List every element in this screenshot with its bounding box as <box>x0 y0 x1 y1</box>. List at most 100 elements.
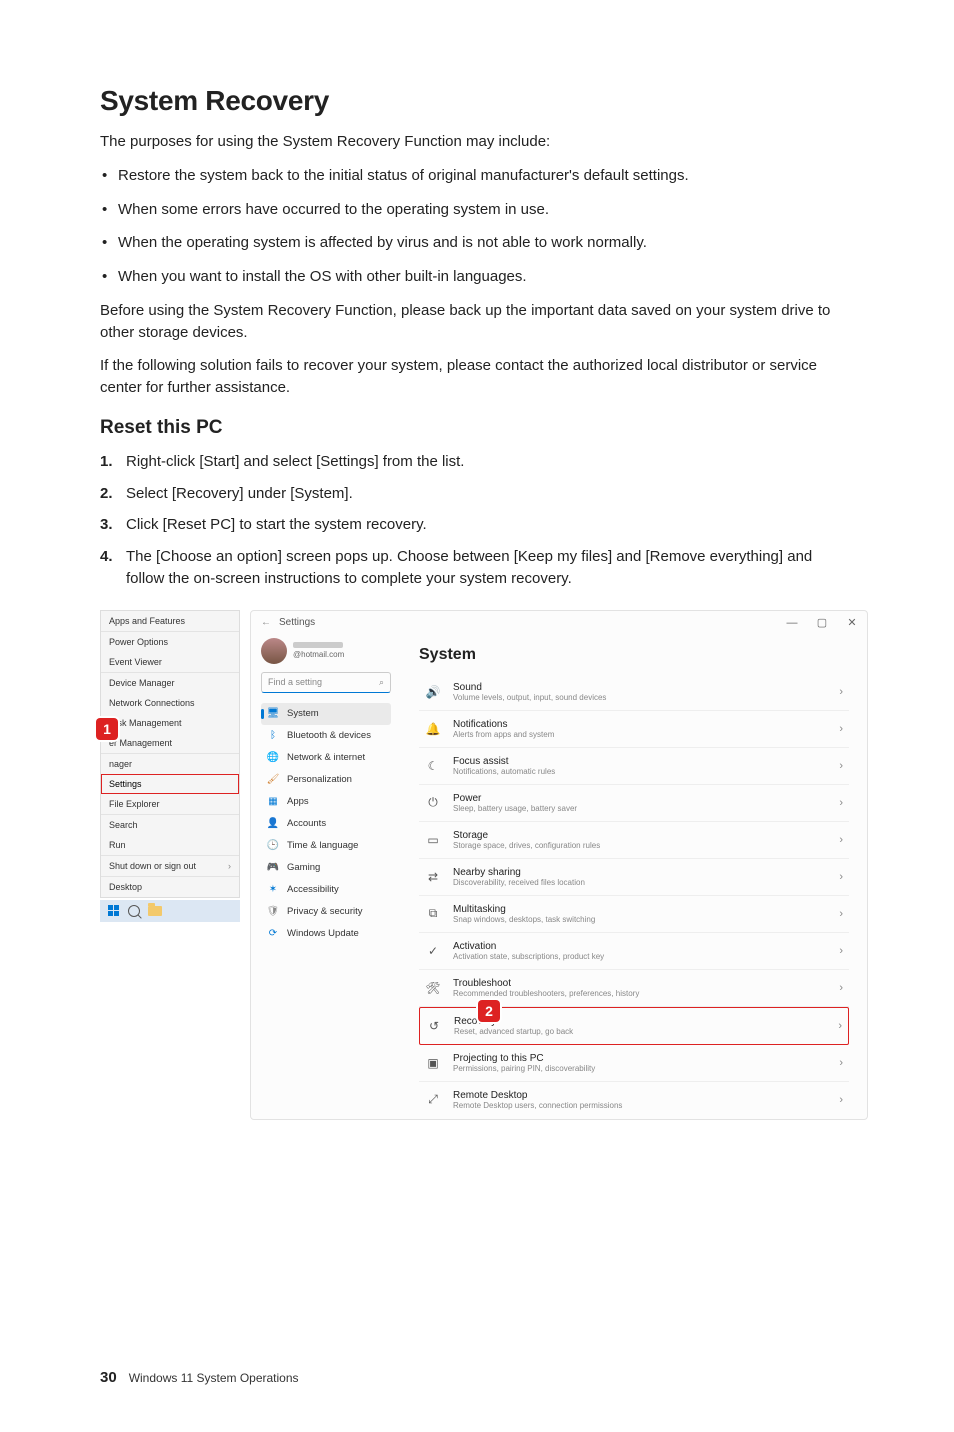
power-icon: ⏻ <box>425 795 441 810</box>
accessibility-icon: ✶ <box>267 884 279 896</box>
context-menu-item[interactable]: nager <box>101 753 239 774</box>
multitasking-icon: ⧉ <box>425 906 441 921</box>
avatar <box>261 638 287 664</box>
explorer-icon[interactable] <box>148 906 162 916</box>
setting-row-activation[interactable]: ✓ActivationActivation state, subscriptio… <box>419 933 849 970</box>
sidebar-item-time-language[interactable]: 🕒Time & language <box>261 835 391 857</box>
sidebar-item-personalization[interactable]: 🖌Personalization <box>261 769 391 791</box>
sidebar-item-system[interactable]: 🖥System <box>261 703 391 725</box>
setting-row-subtitle: Alerts from apps and system <box>453 730 827 739</box>
minimize-button[interactable]: — <box>777 611 807 635</box>
setting-row-title: Nearby sharing <box>453 867 827 878</box>
user-email: @hotmail.com <box>293 650 344 659</box>
personalization-icon: 🖌 <box>267 774 279 786</box>
section-title: Reset this PC <box>100 417 854 439</box>
gaming-icon: 🎮 <box>267 862 279 874</box>
user-name-placeholder <box>293 642 343 648</box>
context-menu-item[interactable]: File Explorer <box>101 794 239 814</box>
context-menu-item[interactable]: er Management <box>101 733 239 753</box>
setting-row-title: Activation <box>453 941 827 952</box>
notifications-icon: 🔔 <box>425 722 441 736</box>
privacy-security-icon: 🛡 <box>267 906 279 918</box>
setting-row-title: Projecting to this PC <box>453 1053 827 1064</box>
chevron-right-icon: › <box>839 723 843 735</box>
setting-row-multitasking[interactable]: ⧉ MultitaskingSnap windows, desktops, tas… <box>419 896 849 933</box>
setting-row-nearby-sharing[interactable]: ⇄Nearby sharingDiscoverability, received… <box>419 859 849 896</box>
context-menu-item[interactable]: Apps and Features <box>101 611 239 631</box>
close-button[interactable]: ✕ <box>837 611 867 635</box>
context-menu-item[interactable]: Run <box>101 835 239 855</box>
sidebar-item-apps[interactable]: ▦Apps <box>261 791 391 813</box>
chevron-right-icon: › <box>839 834 843 846</box>
context-menu-item[interactable]: Event Viewer <box>101 652 239 672</box>
system-heading: System <box>419 646 849 664</box>
context-menu-item[interactable]: Device Manager <box>101 672 239 693</box>
setting-row-title: Sound <box>453 682 827 693</box>
setting-row-title: Power <box>453 793 827 804</box>
chevron-right-icon: › <box>839 760 843 772</box>
bullet-item: When you want to install the OS with oth… <box>100 266 854 288</box>
setting-row-subtitle: Permissions, pairing PIN, discoverabilit… <box>453 1064 827 1073</box>
setting-row-title: Troubleshoot <box>453 978 827 989</box>
chevron-right-icon: › <box>839 1057 843 1069</box>
back-icon[interactable]: ← <box>261 617 271 628</box>
sidebar-item-label: Windows Update <box>287 928 359 939</box>
setting-row-subtitle: Discoverability, received files location <box>453 878 827 887</box>
setting-row-title: Focus assist <box>453 756 827 767</box>
start-icon[interactable] <box>108 905 120 917</box>
sidebar-item-bluetooth-devices[interactable]: ᛒBluetooth & devices <box>261 725 391 747</box>
chevron-right-icon: › <box>839 686 843 698</box>
step-item: Select [Recovery] under [System]. <box>100 483 854 505</box>
sidebar-item-privacy-security[interactable]: 🛡 Privacy & security <box>261 901 391 923</box>
sidebar-item-gaming[interactable]: 🎮 Gaming <box>261 857 391 879</box>
context-menu-item[interactable]: Disk Management <box>101 713 239 733</box>
context-menu-item[interactable]: Desktop <box>101 876 239 897</box>
activation-icon: ✓ <box>425 944 441 958</box>
setting-row-subtitle: Snap windows, desktops, task switching <box>453 915 827 924</box>
context-menu-item[interactable]: Shut down or sign out <box>101 855 239 876</box>
setting-row-subtitle: Recommended troubleshooters, preferences… <box>453 989 827 998</box>
sidebar-item-label: Privacy & security <box>287 906 363 917</box>
search-icon: ⌕ <box>379 677 384 688</box>
sidebar-item-accessibility[interactable]: ✶ Accessibility <box>261 879 391 901</box>
sidebar-item-accounts[interactable]: 👤Accounts <box>261 813 391 835</box>
context-menu-item[interactable]: Network Connections <box>101 693 239 713</box>
chevron-right-icon: › <box>839 982 843 994</box>
start-context-menu: Apps and Features Power Options Event Vi… <box>100 610 240 898</box>
setting-row-focus-assist[interactable]: ☾Focus assistNotifications, automatic ru… <box>419 748 849 785</box>
window-titlebar: ← Settings <box>251 611 867 634</box>
step-item: Right-click [Start] and select [Settings… <box>100 451 854 473</box>
context-menu-item[interactable]: Search <box>101 814 239 835</box>
setting-row-title: Recovery <box>454 1016 826 1027</box>
user-account-row[interactable]: @hotmail.com <box>261 638 391 664</box>
network-internet-icon: 🌐 <box>267 752 279 764</box>
settings-search-input[interactable]: Find a setting ⌕ <box>261 672 391 693</box>
maximize-button[interactable]: ▢ <box>807 611 837 635</box>
search-placeholder: Find a setting <box>268 677 322 687</box>
setting-row-remote-desktop[interactable]: ⤢Remote DesktopRemote Desktop users, con… <box>419 1082 849 1116</box>
sidebar-item-label: Network & internet <box>287 752 365 763</box>
sidebar-item-windows-update[interactable]: ⟳Windows Update <box>261 923 391 945</box>
page-number: 30 <box>100 1369 117 1386</box>
setting-row-storage[interactable]: ▭StorageStorage space, drives, configura… <box>419 822 849 859</box>
context-menu-item[interactable]: Power Options <box>101 631 239 652</box>
reset-steps: Right-click [Start] and select [Settings… <box>100 451 854 590</box>
purpose-bullets: Restore the system back to the initial s… <box>100 165 854 288</box>
setting-row-title: Storage <box>453 830 827 841</box>
setting-row-subtitle: Sleep, battery usage, battery saver <box>453 804 827 813</box>
context-menu-settings[interactable]: Settings <box>101 774 239 794</box>
setting-row-title: Multitasking <box>453 904 827 915</box>
setting-row-power[interactable]: ⏻ PowerSleep, battery usage, battery save… <box>419 785 849 822</box>
sidebar-item-label: Accessibility <box>287 884 339 895</box>
setting-row-notifications[interactable]: 🔔NotificationsAlerts from apps and syste… <box>419 711 849 748</box>
focus-assist-icon: ☾ <box>425 759 441 773</box>
apps-icon: ▦ <box>267 796 279 808</box>
search-icon[interactable] <box>128 905 140 917</box>
setting-row-sound[interactable]: 🔊SoundVolume levels, output, input, soun… <box>419 674 849 711</box>
window-controls: — ▢ ✕ <box>777 611 867 635</box>
setting-row-projecting-to-this-pc[interactable]: ▣Projecting to this PCPermissions, pairi… <box>419 1045 849 1082</box>
chevron-right-icon: › <box>838 1020 842 1032</box>
sidebar-item-network-internet[interactable]: 🌐 Network & internet <box>261 747 391 769</box>
sidebar-item-label: Gaming <box>287 862 320 873</box>
window-title: Settings <box>279 617 315 628</box>
